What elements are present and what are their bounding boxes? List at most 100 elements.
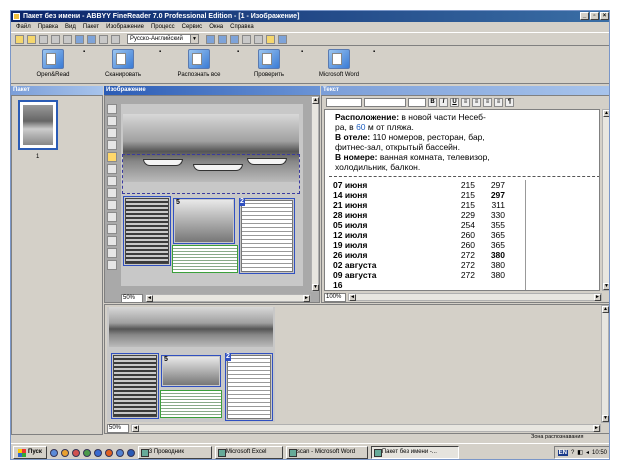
open-icon[interactable] — [27, 34, 36, 44]
zone-building-zoom[interactable] — [111, 353, 159, 419]
help-icon[interactable]: ? — [571, 450, 574, 456]
properties-icon[interactable] — [107, 224, 117, 234]
menu-windows[interactable]: Окна — [209, 22, 223, 32]
zone-picture-dashed[interactable] — [122, 154, 300, 194]
scan-button[interactable]: Сканировать — [101, 49, 145, 78]
order-icon[interactable] — [107, 212, 117, 222]
rotate-icon[interactable] — [107, 188, 117, 198]
text-vscroll[interactable]: ▲ ▼ — [602, 109, 609, 291]
text-zone-icon[interactable] — [107, 116, 117, 126]
view-text-icon[interactable] — [218, 34, 227, 44]
menu-batch[interactable]: Пакет — [83, 22, 99, 32]
view-image-icon[interactable] — [206, 34, 215, 44]
zoom-hscroll[interactable]: ◄ ► — [131, 424, 601, 432]
text-zoom[interactable]: 100% — [324, 293, 346, 302]
task-explorer[interactable]: 3 Проводник — [137, 446, 212, 459]
pointer-icon[interactable] — [107, 152, 117, 162]
font-select[interactable] — [364, 98, 406, 107]
align-center-icon[interactable]: ≡ — [472, 98, 481, 107]
table-zone-icon[interactable] — [107, 140, 117, 150]
zone-room[interactable] — [173, 198, 235, 244]
zone-text-zoom[interactable] — [160, 390, 222, 418]
menu-process[interactable]: Процесс — [151, 22, 175, 32]
volume-icon[interactable]: ◂ — [586, 449, 589, 456]
image-hscroll[interactable]: ◄ ► — [145, 294, 311, 302]
open-read-button[interactable]: Open&Read — [33, 49, 73, 78]
delete-zone-icon[interactable] — [107, 260, 117, 270]
image-vscroll[interactable]: ▲ ▼ — [311, 96, 319, 292]
restore-button[interactable]: ▫ — [590, 12, 599, 20]
redo-icon[interactable] — [87, 34, 96, 44]
new-icon[interactable] — [15, 34, 24, 44]
quicklaunch-icon[interactable] — [71, 448, 80, 457]
zone-table-zoom[interactable] — [225, 353, 273, 421]
zone-text[interactable] — [172, 245, 238, 273]
recognize-all-button[interactable]: Распознать все — [171, 49, 227, 78]
cut-zone-icon[interactable] — [107, 176, 117, 186]
copy-icon[interactable] — [51, 34, 60, 44]
scroll-right-icon[interactable]: ► — [593, 425, 600, 432]
scan-dropdown[interactable]: ▪ — [159, 49, 161, 55]
menu-image[interactable]: Изображение — [106, 22, 144, 32]
check-dropdown[interactable]: ▪ — [301, 49, 303, 55]
zone-table[interactable] — [239, 198, 295, 274]
scale-icon[interactable] — [242, 34, 251, 44]
cut-icon[interactable] — [39, 34, 48, 44]
text-pane-header[interactable]: Текст — [321, 86, 609, 95]
menu-edit[interactable]: Правка — [38, 22, 58, 32]
recognize-dropdown[interactable]: ▪ — [237, 49, 239, 55]
menu-file[interactable]: Файл — [16, 22, 31, 32]
view-zoom-icon[interactable] — [230, 34, 239, 44]
quicklaunch-icon[interactable] — [115, 448, 124, 457]
image-pane-header[interactable]: Изображение — [104, 86, 320, 95]
page-next-icon[interactable] — [111, 34, 120, 44]
language-indicator[interactable]: EN — [557, 449, 568, 456]
zoom-vscroll[interactable]: ▲ ▼ — [601, 305, 609, 423]
quicklaunch-word-icon[interactable] — [126, 448, 135, 457]
select-zone-icon[interactable] — [107, 104, 117, 114]
scroll-down-icon[interactable]: ▼ — [312, 284, 319, 291]
paste-icon[interactable] — [63, 34, 72, 44]
help-icon[interactable] — [278, 34, 287, 44]
check-button[interactable]: Проверить — [247, 49, 291, 78]
fit-icon[interactable] — [254, 34, 263, 44]
align-left-icon[interactable]: ≡ — [461, 98, 470, 107]
network-icon[interactable]: ◧ — [577, 449, 583, 456]
recognized-text-area[interactable]: Расположение: в новой части Несеб- ра, в… — [324, 109, 600, 291]
open-read-dropdown[interactable]: ▪ — [83, 49, 85, 55]
close-button[interactable]: × — [600, 12, 609, 20]
menu-help[interactable]: Справка — [230, 22, 254, 32]
text-hscroll[interactable]: ◄ ► — [348, 293, 602, 301]
menu-view[interactable]: Вид — [65, 22, 76, 32]
scroll-down-icon[interactable]: ▼ — [602, 415, 609, 422]
picture-zone-icon[interactable] — [107, 128, 117, 138]
scroll-down-icon[interactable]: ▼ — [603, 283, 609, 290]
quicklaunch-browser-icon[interactable] — [93, 448, 102, 457]
scroll-left-icon[interactable]: ◄ — [146, 295, 153, 302]
page-thumbnail[interactable] — [18, 100, 58, 150]
eraser-icon[interactable] — [107, 236, 117, 246]
quicklaunch-icon[interactable] — [82, 448, 91, 457]
scroll-right-icon[interactable]: ► — [303, 295, 310, 302]
task-excel[interactable]: Microsoft Excel — [214, 446, 283, 459]
align-right-icon[interactable]: ≡ — [483, 98, 492, 107]
scroll-up-icon[interactable]: ▲ — [312, 97, 319, 104]
justify-icon[interactable]: ≡ — [494, 98, 503, 107]
word-dropdown[interactable]: ▪ — [373, 49, 375, 55]
paragraph-icon[interactable]: ¶ — [505, 98, 514, 107]
bold-button[interactable]: B — [428, 98, 437, 107]
image-zoom[interactable]: 50% — [121, 294, 143, 303]
zone-building[interactable] — [123, 196, 171, 266]
undo-icon[interactable] — [75, 34, 84, 44]
italic-button[interactable]: I — [439, 98, 448, 107]
language-select[interactable]: Русско-Английский ▼ — [127, 34, 199, 44]
scroll-left-icon[interactable]: ◄ — [132, 425, 139, 432]
task-word[interactable]: scan - Microsoft Word — [285, 446, 368, 459]
zone-room-zoom[interactable] — [161, 355, 221, 387]
save-to-word-button[interactable]: Microsoft Word — [313, 49, 365, 78]
invert-icon[interactable] — [107, 200, 117, 210]
add-zone-icon[interactable] — [107, 164, 117, 174]
scroll-left-icon[interactable]: ◄ — [349, 294, 356, 301]
quicklaunch-icon[interactable] — [104, 448, 113, 457]
scroll-right-icon[interactable]: ► — [594, 294, 601, 301]
